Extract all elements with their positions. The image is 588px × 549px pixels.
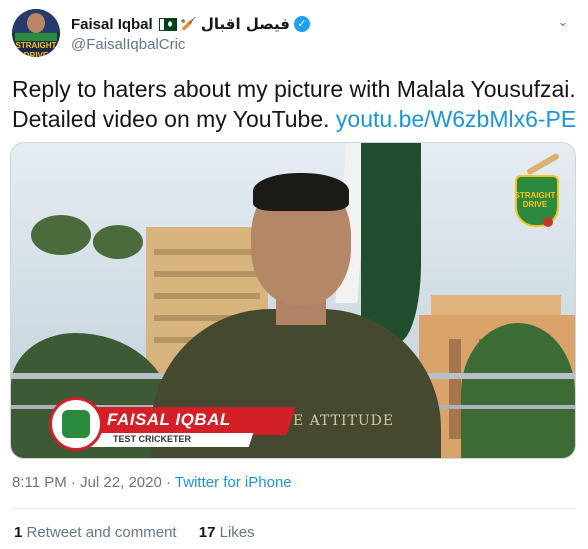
youtube-link[interactable]: youtu.be/W6zbMlx6-PE	[336, 106, 576, 132]
straight-drive-logo: STRAIGHT DRIVE	[509, 152, 561, 227]
avatar-text: STRAIGHT DRIVE	[15, 41, 57, 57]
logo-text: STRAIGHT DRIVE	[514, 191, 556, 209]
tweet-text: Reply to haters about my picture with Ma…	[12, 74, 578, 134]
author-name-row[interactable]: Faisal Iqbal 🏏 فیصل اقبال ✓	[71, 13, 310, 35]
overlay-logo-icon	[49, 397, 103, 451]
shirt-print: E ATTITUDE	[293, 413, 395, 429]
cricket-ball-icon	[543, 217, 553, 227]
overlay-title: TEST CRICKETER	[113, 434, 192, 444]
flag-green-field	[361, 143, 421, 343]
overlay-name: FAISAL IQBAL	[107, 410, 231, 429]
tweet-text-line2: Detailed video on my YouTube.	[12, 106, 330, 132]
tweet-source[interactable]: Twitter for iPhone	[175, 474, 292, 491]
likes-label: Likes	[219, 524, 255, 541]
retweets-count: 1	[14, 524, 23, 541]
divider	[12, 508, 576, 509]
urdu-name: فیصل اقبال	[200, 15, 290, 33]
avatar[interactable]: STRAIGHT DRIVE	[12, 9, 60, 57]
tweet-time[interactable]: 8:11 PM	[12, 474, 67, 491]
tweet-stats: 1 Retweet and comment 17 Likes	[14, 524, 273, 541]
verified-badge-icon: ✓	[293, 16, 310, 32]
tweet-meta: 8:11 PM · Jul 22, 2020 · Twitter for iPh…	[12, 474, 292, 491]
cricket-bat-icon: 🏏	[180, 16, 197, 31]
pakistan-flag-icon	[158, 17, 177, 31]
retweets-label: Retweet and comment	[26, 524, 177, 541]
tweet-text-line1: Reply to haters about my picture with Ma…	[12, 76, 576, 102]
likes-stat[interactable]: 17 Likes	[199, 524, 255, 541]
likes-count: 17	[198, 524, 216, 541]
meta-separator: ·	[70, 474, 76, 491]
video-thumbnail[interactable]: E ATTITUDE STRAIGHT DRIVE FAISAL IQBAL T…	[10, 142, 576, 459]
palm-tree	[93, 225, 143, 259]
chevron-down-icon[interactable]: ⌄	[554, 13, 572, 31]
tweet-header: STRAIGHT DRIVE Faisal Iqbal 🏏 فیصل اقبال…	[12, 9, 572, 59]
author-handle[interactable]: @FaisalIqbalCric	[71, 36, 185, 53]
display-name[interactable]: Faisal Iqbal	[71, 16, 153, 33]
retweets-stat[interactable]: 1 Retweet and comment	[14, 524, 181, 541]
meta-separator: ·	[166, 474, 171, 491]
tweet-date[interactable]: Jul 22, 2020	[80, 474, 162, 491]
palm-tree	[31, 215, 91, 255]
tree-right	[461, 323, 575, 458]
lower-third-overlay: FAISAL IQBAL TEST CRICKETER	[21, 395, 296, 451]
person-hair	[253, 173, 349, 211]
